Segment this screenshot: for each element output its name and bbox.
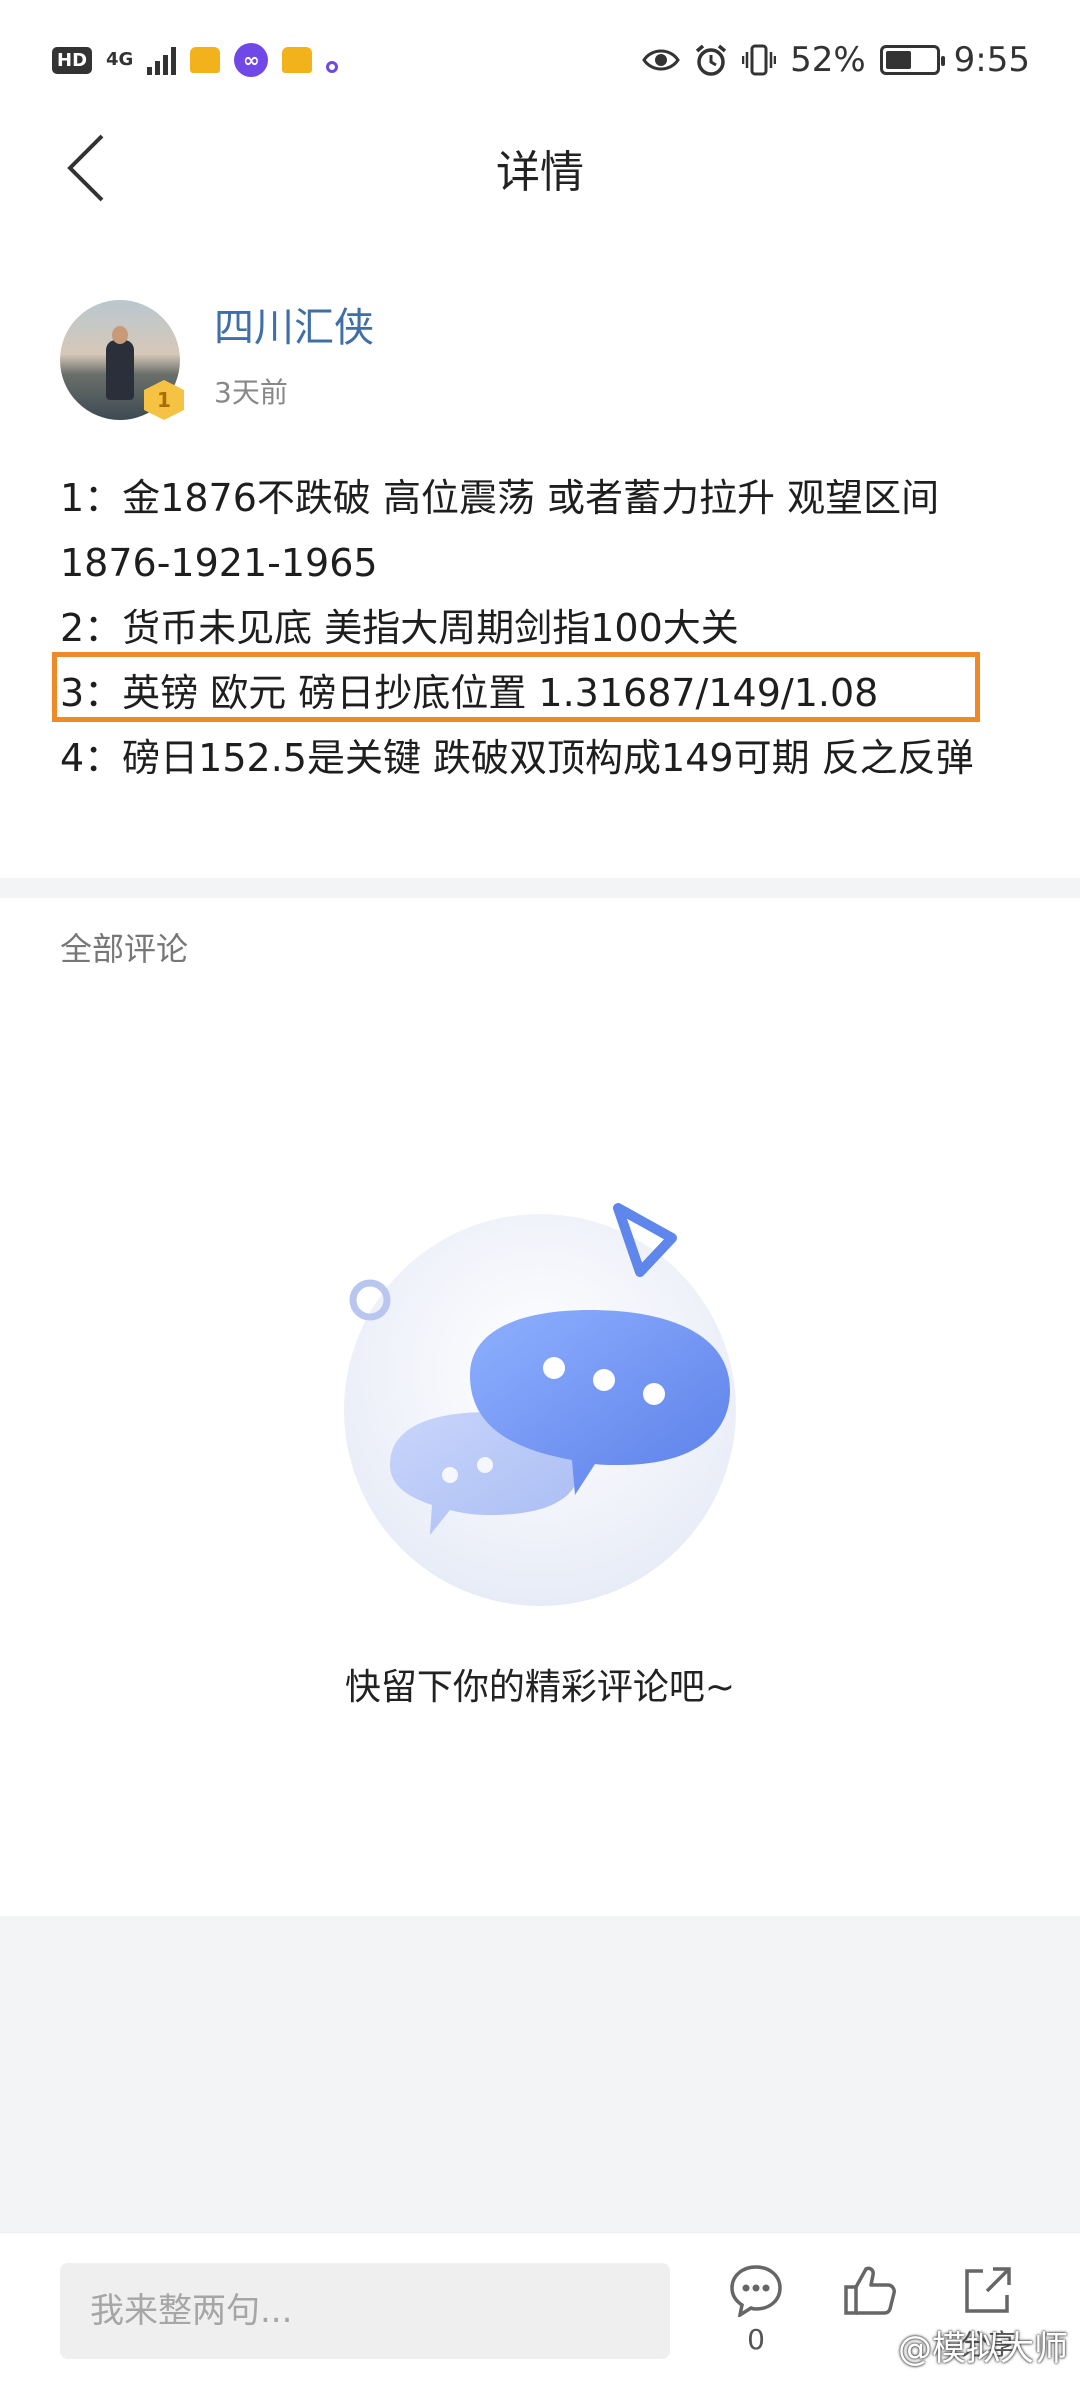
eye-icon (642, 49, 680, 71)
back-button[interactable] (56, 128, 116, 208)
comment-input[interactable] (60, 2263, 670, 2359)
post-content: 1：金1876不跌破 高位震荡 或者蓄力拉升 观望区间 1876-1921-19… (60, 466, 1020, 791)
empty-comments-illustration (344, 1203, 736, 1606)
network-type: 4G (106, 49, 134, 70)
status-bar-left: HD 4G ∞ (52, 43, 339, 77)
page: HD 4G ∞ 52% 9:55 详情 1 四川汇侠 3天前 1：金1876不跌… (0, 0, 1080, 2388)
author-row: 1 四川汇侠 3天前 (60, 300, 374, 420)
post-line: 1：金1876不跌破 高位震荡 或者蓄力拉升 观望区间 (60, 476, 940, 520)
empty-area (0, 1916, 1080, 2232)
hd-badge: HD (52, 46, 93, 74)
vibrate-icon (742, 44, 777, 76)
post-line: 1876-1921-1965 (60, 541, 378, 585)
post-line: 4：磅日152.5是关键 跌破双顶构成149可期 反之反弹 (60, 736, 974, 780)
highlight-box (52, 652, 980, 722)
header: 详情 (0, 120, 1080, 216)
section-divider (0, 878, 1080, 898)
battery-fill (885, 51, 911, 69)
clock: 9:55 (953, 40, 1030, 80)
alarm-icon (695, 44, 727, 76)
author-name[interactable]: 四川汇侠 (214, 295, 374, 353)
notification-app-icon (190, 47, 221, 73)
notification-infinity-icon: ∞ (234, 43, 269, 77)
empty-comments-text: 快留下你的精彩评论吧~ (344, 1667, 736, 1708)
author-meta: 四川汇侠 3天前 (214, 305, 374, 411)
comment-icon (730, 2265, 782, 2319)
avatar[interactable]: 1 (60, 300, 184, 420)
post-time: 3天前 (214, 376, 288, 409)
page-title: 详情 (496, 147, 584, 198)
notification-small-icon (326, 61, 339, 73)
share-icon (965, 2267, 1011, 2313)
avatar-head (112, 326, 128, 344)
watermark: @模拟大师 (898, 2329, 1068, 2369)
battery-icon (879, 45, 945, 75)
status-bar: HD 4G ∞ 52% 9:55 (0, 0, 1080, 120)
status-bar-right: 52% 9:55 (642, 40, 1030, 80)
comment-count: 0 (747, 2323, 765, 2356)
bottom-bar: 0 分享 @模拟大师 (0, 2232, 1080, 2388)
comments-header: 全部评论 (60, 930, 189, 968)
notification-app-icon-2 (282, 47, 313, 73)
battery-percent: 52% (790, 40, 866, 80)
thumbs-up-icon (844, 2266, 896, 2315)
signal-icon (147, 45, 177, 75)
chevron-left-icon (67, 134, 104, 202)
avatar-person (106, 340, 134, 400)
comment-button[interactable]: 0 (716, 2263, 796, 2363)
